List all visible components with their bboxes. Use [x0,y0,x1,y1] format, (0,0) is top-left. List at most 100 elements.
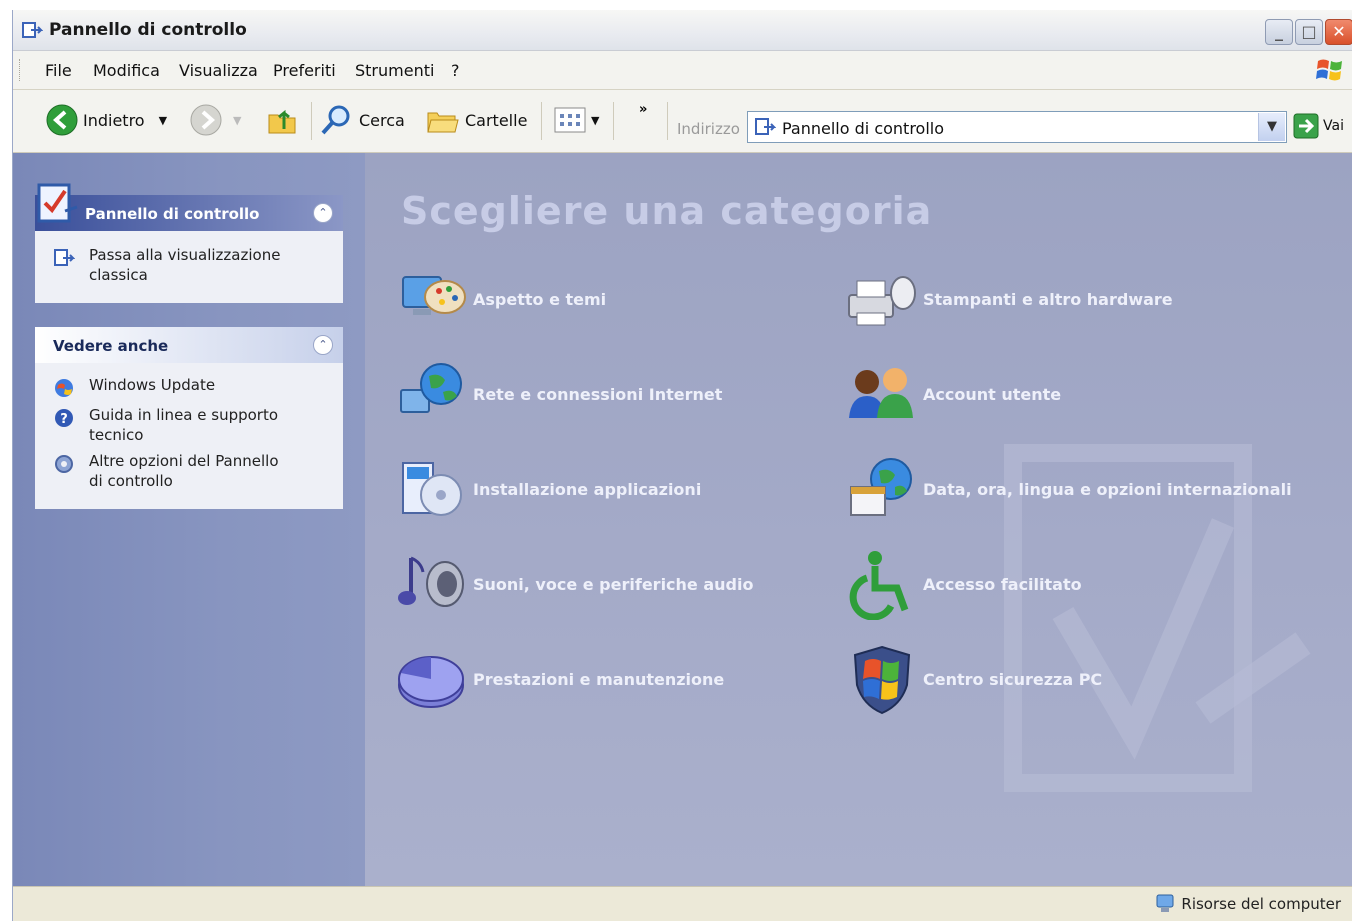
toolbar-more-chevron[interactable]: » [639,102,647,117]
sounds-audio-icon [398,556,464,607]
task-pane: Pannello di controllo ⌃ Passa alla visua… [13,153,365,887]
forward-button[interactable]: ▼ [189,102,241,138]
page-heading: Scegliere una categoria [401,189,933,233]
collapse-chevron-icon[interactable]: ⌃ [313,335,333,355]
panel-title: Vedere anche [53,337,169,355]
back-dropdown-icon[interactable]: ▼ [159,114,167,127]
address-value: Pannello di controllo [782,119,945,138]
address-bar[interactable]: Pannello di controllo ▼ [747,111,1287,143]
toolbar: Indietro ▼ ▼ Cerca Cartelle ▼ » Indirizz… [13,90,1352,153]
add-remove-programs-icon [402,462,462,516]
category-label: Accesso facilitato [923,574,1082,594]
status-text: Risorse del computer [1181,895,1341,913]
other-options-link[interactable]: Altre opzioni del Pannello di controllo [35,451,289,491]
control-panel-icon [755,118,776,135]
svg-text:?: ? [60,412,68,427]
printers-hardware-icon [848,276,916,326]
panel-title: Pannello di controllo [85,205,260,223]
network-internet-icon [400,363,462,413]
title-bar[interactable]: Pannello di controllo _ □ ✕ [13,10,1352,51]
category-user-accounts[interactable]: Account utente [845,358,1061,430]
views-dropdown-icon: ▼ [591,113,600,127]
see-also-panel: Vedere anche ⌃ Windows Update ? Guida in… [35,327,343,509]
go-label: Vai [1323,118,1344,134]
back-arrow-icon [46,104,78,136]
menu-grip [19,59,23,81]
status-location: Risorse del computer [1155,893,1341,915]
windows-update-link[interactable]: Windows Update [35,375,343,397]
windows-logo-icon [1316,59,1342,81]
my-computer-icon [1156,894,1174,912]
category-appearance-themes[interactable]: Aspetto e temi [395,263,606,335]
toolbar-separator [667,102,668,140]
back-button[interactable]: Indietro ▼ [45,102,167,138]
switch-classic-view-link[interactable]: Passa alla visualizzazione classica [35,245,343,285]
menu-visualizza[interactable]: Visualizza [179,61,258,80]
category-label: Centro sicurezza PC [923,669,1103,689]
status-bar: Risorse del computer [13,886,1352,921]
search-button[interactable]: Cerca [319,102,405,138]
category-add-remove-programs[interactable]: Installazione applicazioni [395,453,701,525]
category-security-center[interactable]: Centro sicurezza PC [845,643,1102,715]
views-icon [554,107,586,133]
control-panel-icon [22,22,43,38]
up-folder-button[interactable] [265,102,299,138]
back-label: Indietro [83,110,145,130]
close-icon: ✕ [1332,22,1346,41]
category-date-time-language[interactable]: Data, ora, lingua e opzioni internaziona… [845,453,1292,525]
folders-label: Cartelle [465,110,528,130]
minimize-button[interactable]: _ [1265,19,1293,45]
link-label: Altre opzioni del Pannello di controllo [89,452,279,490]
appearance-themes-icon [402,276,466,315]
toolbar-separator [311,102,312,140]
forward-arrow-icon [190,104,222,136]
window-title: Pannello di controllo [49,20,247,40]
menu-modifica[interactable]: Modifica [93,61,160,80]
maximize-icon: □ [1301,22,1317,41]
address-dropdown-button[interactable]: ▼ [1258,113,1285,141]
category-accessibility[interactable]: Accesso facilitato [845,548,1082,620]
menu-bar: File Modifica Visualizza Preferiti Strum… [13,51,1352,90]
folders-button[interactable]: Cartelle [425,102,527,138]
menu-help[interactable]: ? [451,61,460,80]
link-label: Passa alla visualizzazione classica [89,246,281,284]
gear-icon [55,455,73,473]
user-accounts-icon [849,368,913,418]
chevron-down-icon: ▼ [1267,119,1277,134]
collapse-chevron-icon[interactable]: ⌃ [313,203,333,223]
category-performance-maintenance[interactable]: Prestazioni e manutenzione [395,643,724,715]
category-label: Suoni, voce e periferiche audio [473,574,754,594]
category-label: Data, ora, lingua e opzioni internaziona… [923,479,1292,499]
control-panel-icon [54,249,75,266]
menu-strumenti[interactable]: Strumenti [355,61,434,80]
views-button[interactable]: ▼ [553,102,599,138]
category-view: Scegliere una categoria Aspetto e temi R… [365,153,1352,887]
control-panel-window: Pannello di controllo _ □ ✕ File Modific… [12,10,1352,921]
toolbar-separator [613,102,614,140]
panel-header[interactable]: Pannello di controllo ⌃ [35,183,343,231]
control-panel-header-icon [37,183,78,223]
category-printers-hardware[interactable]: Stampanti e altro hardware [845,263,1173,335]
panel-header[interactable]: Vedere anche ⌃ [35,327,343,363]
search-label: Cerca [359,110,405,130]
forward-dropdown-icon[interactable]: ▼ [233,114,241,127]
category-sounds-audio[interactable]: Suoni, voce e periferiche audio [395,548,753,620]
go-button[interactable]: Vai [1293,108,1344,144]
address-label: Indirizzo [677,120,740,138]
category-label: Stampanti e altro hardware [923,289,1173,309]
date-time-language-icon [850,458,912,516]
maximize-button[interactable]: □ [1295,19,1323,45]
category-network-internet[interactable]: Rete e connessioni Internet [395,358,722,430]
accessibility-icon [849,551,909,620]
category-label: Account utente [923,384,1062,404]
menu-file[interactable]: File [45,61,72,80]
folders-icon [427,112,459,133]
go-arrow-icon [1293,113,1319,139]
windows-update-icon [55,379,73,397]
category-label: Rete e connessioni Internet [473,384,723,404]
close-button[interactable]: ✕ [1325,19,1352,45]
up-folder-icon [268,109,296,134]
menu-preferiti[interactable]: Preferiti [273,61,336,80]
help-support-link[interactable]: ? Guida in linea e supporto tecnico [35,405,289,445]
link-label: Windows Update [89,376,216,394]
